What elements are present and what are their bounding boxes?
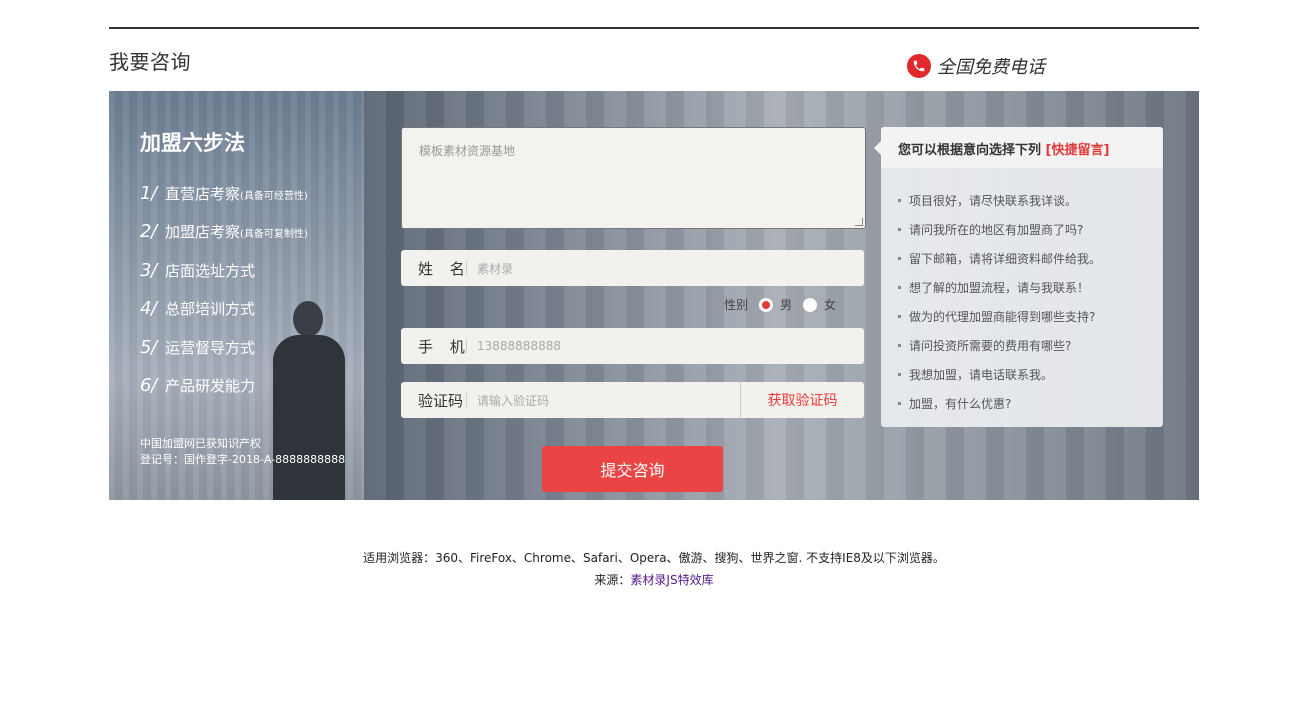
step-item: 4/ 总部培训方式 [140, 298, 256, 320]
source-label: 来源： [594, 573, 631, 587]
registration-number: 登记号：国作登字-2018-A-8888888888 [140, 453, 346, 466]
step-item: 2/ 加盟店考察 (具备可复制性) [140, 221, 308, 243]
step-label: 店面选址方式 [165, 261, 256, 280]
copyright-line: 中国加盟网已获知识产权 [140, 437, 261, 450]
footer: 适用浏览器：360、FireFox、Chrome、Safari、Opera、傲游… [0, 547, 1308, 591]
hotline: 全国免费电话 [907, 53, 1045, 79]
quick-message-item[interactable]: 想了解的加盟流程，请与我联系！ [898, 273, 1163, 302]
source-line: 来源：素材录JS特效库 [0, 569, 1308, 591]
phone-field[interactable]: 手 机 13888888888 [401, 328, 864, 364]
steps-panel: 加盟六步法 1/ 直营店考察 (具备可经营性) 2/ 加盟店考察 (具备可复制性… [109, 91, 364, 500]
quick-message-header: 您可以根据意向选择下列 [快捷留言] [881, 127, 1163, 168]
step-item: 5/ 运营督导方式 [140, 336, 256, 358]
step-item: 3/ 店面选址方式 [140, 259, 256, 281]
field-separator [466, 339, 467, 353]
verification-code-field[interactable]: 验证码 请输入验证码 [401, 382, 742, 418]
step-label: 加盟店考察 [165, 223, 241, 242]
quick-message-item[interactable]: 请问投资所需要的费用有哪些? [898, 331, 1163, 360]
phone-icon [907, 54, 931, 78]
gender-selector: 性别 男 女 [724, 296, 836, 313]
step-label: 运营督导方式 [165, 338, 256, 357]
step-label: 产品研发能力 [165, 376, 256, 395]
source-link[interactable]: 素材录JS特效库 [630, 573, 713, 587]
field-separator [466, 261, 467, 275]
message-placeholder: 模板素材资源基地 [419, 144, 516, 158]
quick-message-item[interactable]: 我想加盟，请电话联系我。 [898, 360, 1163, 389]
top-divider [109, 27, 1199, 29]
step-note: (具备可经营性) [240, 191, 308, 202]
resize-handle[interactable] [855, 218, 863, 226]
gender-label: 性别 [724, 298, 749, 312]
quick-message-item[interactable]: 请问我所在的地区有加盟商了吗? [898, 215, 1163, 244]
panel-pointer [874, 141, 881, 155]
steps-title: 加盟六步法 [140, 131, 245, 155]
browser-support-note: 适用浏览器：360、FireFox、Chrome、Safari、Opera、傲游… [363, 551, 945, 565]
code-label: 验证码 [418, 391, 464, 410]
quick-message-item[interactable]: 做为的代理加盟商能得到哪些支持? [898, 302, 1163, 331]
gender-male-radio[interactable] [758, 296, 775, 313]
quick-message-title: 您可以根据意向选择下列 [898, 143, 1042, 158]
gender-female-radio[interactable] [802, 296, 819, 313]
name-field[interactable]: 姓 名 素材录 [401, 250, 864, 286]
form-area: 模板素材资源基地 姓 名 素材录 性别 男 女 手 机 13888888888 … [364, 91, 1199, 500]
gender-female-label[interactable]: 女 [824, 296, 836, 313]
quick-message-list: 项目很好，请尽快联系我详谈。 请问我所在的地区有加盟商了吗? 留下邮箱，请将详细… [881, 168, 1163, 418]
quick-message-highlight: [快捷留言] [1045, 143, 1110, 158]
step-label: 直营店考察 [165, 185, 241, 203]
message-textarea[interactable]: 模板素材资源基地 [401, 127, 866, 229]
quick-message-item[interactable]: 留下邮箱，请将详细资料邮件给我。 [898, 244, 1163, 273]
phone-label: 手 机 [418, 337, 471, 356]
step-item: 6/ 产品研发能力 [140, 374, 256, 396]
quick-message-item[interactable]: 加盟，有什么优惠? [898, 389, 1163, 418]
field-separator [466, 393, 467, 407]
page-title: 我要咨询 [109, 50, 191, 74]
copyright-notice: 中国加盟网已获知识产权 登记号：国作登字-2018-A-8888888888 [140, 436, 345, 468]
consult-panel: 加盟六步法 1/ 直营店考察 (具备可经营性) 2/ 加盟店考察 (具备可复制性… [109, 91, 1199, 500]
hotline-label: 全国免费电话 [937, 57, 1045, 78]
quick-message-item[interactable]: 项目很好，请尽快联系我详谈。 [898, 186, 1163, 215]
step-list: 1/ 直营店考察 (具备可经营性) 2/ 加盟店考察 (具备可复制性) 3/ 店… [140, 183, 308, 413]
gender-male-label[interactable]: 男 [780, 296, 792, 313]
step-note: (具备可复制性) [240, 229, 308, 241]
quick-message-panel: 您可以根据意向选择下列 [快捷留言] 项目很好，请尽快联系我详谈。 请问我所在的… [874, 127, 1163, 427]
name-input[interactable]: 素材录 [477, 260, 864, 277]
step-item: 1/ 直营店考察 (具备可经营性) [140, 183, 308, 204]
submit-button[interactable]: 提交咨询 [542, 446, 723, 492]
code-input[interactable]: 请输入验证码 [477, 392, 742, 409]
step-label: 总部培训方式 [165, 300, 256, 319]
get-code-button[interactable]: 获取验证码 [740, 382, 864, 418]
phone-input[interactable]: 13888888888 [477, 339, 864, 353]
name-label: 姓 名 [418, 259, 471, 278]
